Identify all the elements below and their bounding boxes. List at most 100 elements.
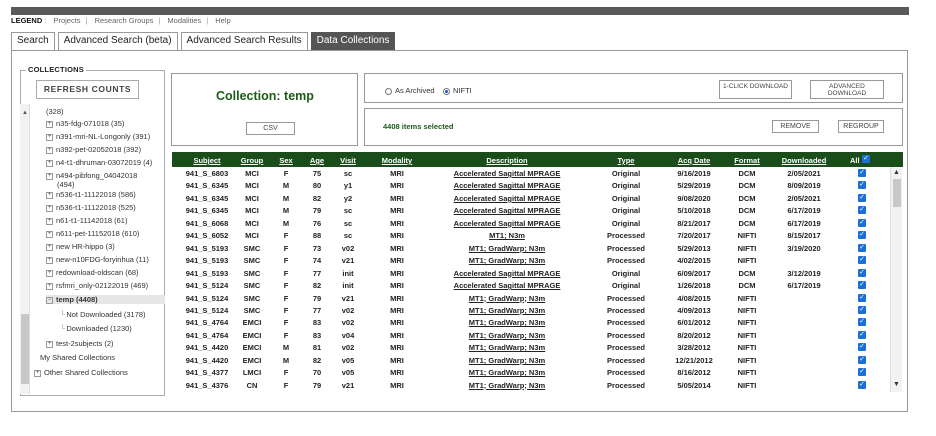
description-link[interactable]: Accelerated Sagittal MPRAGE: [454, 219, 561, 228]
remove-button[interactable]: REMOVE: [772, 120, 819, 133]
row-checkbox[interactable]: ✓: [858, 218, 866, 227]
table-row[interactable]: 941_S_5124 SMC F 82 init MRI Accelerated Sagit…: [172, 279, 890, 291]
refresh-counts-button[interactable]: REFRESH COUNTS: [36, 80, 139, 99]
column-header-acq-date[interactable]: Acq Date: [678, 156, 711, 165]
collection-node[interactable]: My Shared Collections: [40, 353, 115, 362]
description-link[interactable]: MT1; GradWarp; N3m: [469, 318, 545, 327]
collection-node[interactable]: └Not Downloaded (3178): [60, 310, 146, 319]
as-archived-radio[interactable]: As Archived: [385, 86, 435, 95]
collection-node[interactable]: + n494-pibfong_04042018 (494): [46, 171, 137, 189]
description-link[interactable]: MT1; N3m: [489, 231, 525, 240]
collection-node[interactable]: + n391-mri-NL-Longonly (391): [46, 132, 150, 141]
table-row[interactable]: 941_S_6345 MCI M 80 y1 MRI Accelerated Sagitta…: [172, 179, 890, 191]
expand-icon[interactable]: +: [46, 243, 53, 251]
table-row[interactable]: 941_S_6345 MCI M 82 y2 MRI Accelerated Sagitta…: [172, 192, 890, 204]
collection-node[interactable]: + n4-t1-dhruman-03072019 (4): [46, 158, 152, 167]
tab-search[interactable]: Search: [11, 32, 55, 50]
collection-node[interactable]: (328): [46, 107, 64, 116]
description-link[interactable]: Accelerated Sagittal MPRAGE: [454, 269, 561, 278]
description-link[interactable]: MT1; GradWarp; N3m: [469, 343, 545, 352]
table-row[interactable]: 941_S_5124 SMC F 77 v02 MRI MT1; GradWarp; N3m…: [172, 304, 890, 316]
column-header-description[interactable]: Description: [486, 156, 527, 165]
table-row[interactable]: 941_S_4420 EMCI M 81 v02 MRI MT1; GradWarp; N3…: [172, 341, 890, 353]
row-checkbox[interactable]: ✓: [858, 293, 866, 302]
row-checkbox[interactable]: ✓: [858, 380, 866, 389]
row-checkbox[interactable]: ✓: [858, 256, 866, 265]
expand-icon[interactable]: +: [46, 159, 53, 167]
scroll-up-icon[interactable]: ▲: [893, 169, 900, 176]
column-header-format[interactable]: Format: [734, 156, 759, 165]
expand-icon[interactable]: +: [46, 133, 53, 141]
table-row[interactable]: 941_S_4420 EMCI M 82 v05 MRI MT1; GradWarp; N3…: [172, 354, 890, 366]
collapse-icon[interactable]: −: [46, 296, 53, 304]
description-link[interactable]: Accelerated Sagittal MPRAGE: [454, 206, 561, 215]
description-link[interactable]: Accelerated Sagittal MPRAGE: [454, 181, 561, 190]
row-checkbox[interactable]: ✓: [858, 305, 866, 314]
description-link[interactable]: MT1; GradWarp; N3m: [469, 331, 545, 340]
nifti-radio[interactable]: NIFTI: [443, 86, 472, 95]
collection-node[interactable]: + n61-t1-11142018 (61): [46, 216, 127, 225]
row-checkbox[interactable]: ✓: [858, 355, 866, 364]
table-row[interactable]: 941_S_4377 LMCI F 70 v05 MRI MT1; GradWarp; N3…: [172, 366, 890, 378]
scroll-down-icon[interactable]: ▼: [893, 381, 900, 388]
tab-advanced-search-results[interactable]: Advanced Search Results: [180, 32, 308, 50]
expand-icon[interactable]: +: [46, 172, 53, 180]
column-header-visit[interactable]: Visit: [340, 156, 356, 165]
collection-node[interactable]: + new-n10FDG-foryinhua (11): [46, 255, 149, 264]
expand-icon[interactable]: +: [46, 146, 53, 154]
expand-icon[interactable]: +: [46, 256, 53, 264]
tab-data-collections[interactable]: Data Collections: [310, 32, 396, 50]
one-click-download-button[interactable]: 1-CLICK DOWNLOAD: [719, 80, 792, 99]
column-header-type[interactable]: Type: [618, 156, 635, 165]
column-header-downloaded[interactable]: Downloaded: [782, 156, 827, 165]
column-header-subject[interactable]: Subject: [193, 156, 220, 165]
description-link[interactable]: MT1; GradWarp; N3m: [469, 244, 545, 253]
column-header-group[interactable]: Group: [241, 156, 264, 165]
expand-icon[interactable]: +: [46, 217, 53, 225]
expand-icon[interactable]: +: [46, 269, 53, 277]
row-checkbox[interactable]: ✓: [858, 281, 866, 290]
description-link[interactable]: Accelerated Sagittal MPRAGE: [454, 194, 561, 203]
column-header-age[interactable]: Age: [310, 156, 324, 165]
expand-icon[interactable]: +: [46, 230, 53, 238]
legend-link-help[interactable]: Help: [215, 16, 230, 25]
table-row[interactable]: 941_S_5193 SMC F 74 v21 MRI MT1; GradWarp; N3m…: [172, 254, 890, 266]
collection-node[interactable]: + Other Shared Collections: [34, 368, 128, 377]
table-row[interactable]: 941_S_6803 MCI F 75 sc MRI Accelerated Sagitta…: [172, 167, 890, 179]
collection-node[interactable]: + n536-t1-11122018 (525): [46, 203, 136, 212]
expand-icon[interactable]: +: [46, 282, 53, 290]
description-link[interactable]: MT1; GradWarp; N3m: [469, 381, 545, 390]
table-scrollbar[interactable]: ▲ ▼: [890, 167, 902, 392]
table-row[interactable]: 941_S_6345 MCI M 79 sc MRI Accelerated Sagitta…: [172, 204, 890, 216]
table-scroll-thumb[interactable]: [893, 179, 901, 207]
table-row[interactable]: 941_S_5124 SMC F 79 v21 MRI MT1; GradWarp; N3m…: [172, 292, 890, 304]
csv-button[interactable]: CSV: [246, 122, 295, 135]
collection-node[interactable]: └Downloaded (1230): [60, 324, 132, 333]
legend-link-research-groups[interactable]: Research Groups: [95, 16, 154, 25]
table-row[interactable]: 941_S_6052 MCI F 88 sc MRI MT1; N3m Processed 7/…: [172, 229, 890, 241]
collection-node[interactable]: − temp (4408): [46, 295, 165, 304]
column-header-modality[interactable]: Modality: [382, 156, 412, 165]
row-checkbox[interactable]: ✓: [858, 231, 866, 240]
description-link[interactable]: Accelerated Sagittal MPRAGE: [454, 169, 561, 178]
row-checkbox[interactable]: ✓: [858, 343, 866, 352]
row-checkbox[interactable]: ✓: [858, 193, 866, 202]
collection-node[interactable]: + n611-pet-11152018 (610): [46, 229, 139, 238]
row-checkbox[interactable]: ✓: [858, 206, 866, 215]
row-checkbox[interactable]: ✓: [858, 318, 866, 327]
collection-node[interactable]: + redownload-oldscan (68): [46, 268, 139, 277]
description-link[interactable]: Accelerated Sagittal MPRAGE: [454, 281, 561, 290]
table-row[interactable]: 941_S_4764 EMCI F 83 v04 MRI MT1; GradWarp; N3…: [172, 329, 890, 341]
collection-node[interactable]: + test-2subjects (2): [46, 339, 114, 348]
table-row[interactable]: 941_S_5193 SMC F 73 v02 MRI MT1; GradWarp; N3m…: [172, 242, 890, 254]
description-link[interactable]: MT1; GradWarp; N3m: [469, 306, 545, 315]
table-row[interactable]: 941_S_4764 EMCI F 83 v02 MRI MT1; GradWarp; N3…: [172, 316, 890, 328]
table-row[interactable]: 941_S_6068 MCI M 76 sc MRI Accelerated Sagitta…: [172, 217, 890, 229]
row-checkbox[interactable]: ✓: [858, 181, 866, 190]
collection-node[interactable]: + n536-t1-11122018 (586): [46, 190, 136, 199]
collection-node[interactable]: + n392-pet-02052018 (392): [46, 145, 141, 154]
row-checkbox[interactable]: ✓: [858, 243, 866, 252]
row-checkbox[interactable]: ✓: [858, 169, 866, 177]
advanced-download-button[interactable]: ADVANCED DOWNLOAD: [810, 80, 884, 99]
select-all-checkbox[interactable]: ✓: [862, 155, 870, 163]
